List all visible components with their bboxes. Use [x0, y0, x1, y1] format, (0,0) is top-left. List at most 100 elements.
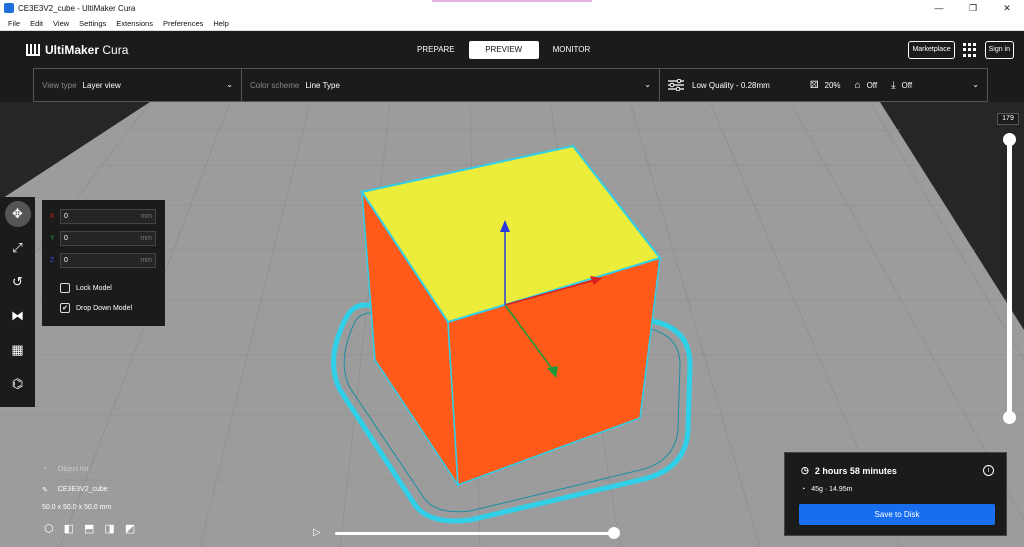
drop-down-model-label: Drop Down Model — [76, 304, 133, 312]
print-estimate-panel: ◷ 2 hours 58 minutes i ◔ 45g · 14.95m Sa… — [784, 452, 1007, 536]
lock-model-label: Lock Model — [76, 284, 112, 292]
adhesion-icon: ⤓ — [891, 79, 896, 91]
chevron-down-icon: ⌄ — [972, 80, 979, 89]
tab-preview[interactable]: PREVIEW — [468, 41, 539, 59]
app-header: UltiMaker Cura PREPARE PREVIEW MONITOR M… — [0, 31, 1024, 68]
right-view-icon[interactable]: ◩ — [125, 522, 135, 535]
support-value: Off — [866, 80, 878, 90]
save-to-disk-button[interactable]: Save to Disk — [799, 504, 995, 525]
apps-grid-icon[interactable] — [962, 43, 977, 57]
y-label: Y — [50, 235, 55, 242]
object-list: ⌃ Object list ✎ CE3E3V2_cube 50.0 x 50.0… — [42, 466, 135, 535]
simulation-slider-track[interactable] — [335, 532, 615, 535]
per-model-settings-icon: ▦ — [11, 342, 24, 357]
y-value: 0 — [64, 235, 68, 242]
scale-icon: ⤢ — [12, 240, 23, 255]
mirror-tool[interactable]: ⧓ — [0, 299, 35, 333]
sliders-icon — [668, 79, 684, 91]
z-position-input[interactable]: 0 mm — [60, 253, 156, 268]
simulation-slider-handle[interactable] — [608, 527, 620, 539]
tab-monitor[interactable]: MONITOR — [539, 41, 605, 59]
checkbox-checked-icon: ✔ — [60, 303, 70, 313]
chevron-up-icon: ⌃ — [42, 467, 48, 474]
print-settings-button[interactable]: Low Quality - 0.28mm ⚄ 20% ⌂ Off ⤓ Off ⌄ — [660, 69, 987, 101]
y-unit: mm — [140, 235, 152, 242]
object-row[interactable]: ✎ CE3E3V2_cube — [42, 486, 162, 494]
menu-settings[interactable]: Settings — [79, 19, 106, 28]
maximize-button[interactable]: ❐ — [956, 0, 990, 16]
3d-view-icon[interactable]: ⬡ — [44, 522, 54, 535]
layer-slider-lower-handle[interactable] — [1003, 411, 1016, 424]
translate-panel: X 0 mm Y 0 mm Z 0 mm Lock Model ✔ Drop D… — [42, 200, 165, 326]
camera-view-buttons: ⬡ ◧ ⬒ ◨ ◩ — [44, 522, 135, 535]
logo-brand: UltiMaker — [45, 43, 100, 57]
play-icon[interactable]: ▷ — [313, 527, 321, 538]
drop-down-model-checkbox[interactable]: ✔ Drop Down Model — [60, 303, 132, 313]
close-button[interactable]: ✕ — [990, 0, 1024, 16]
logo-product: Cura — [102, 43, 129, 57]
profile-value: Low Quality - 0.28mm — [692, 80, 770, 90]
view-type-value: Layer view — [82, 80, 121, 90]
adhesion-value: Off — [901, 80, 913, 90]
object-dimensions: 50.0 x 50.0 x 50.0 mm — [42, 504, 112, 511]
rotate-icon: ↺ — [12, 274, 23, 289]
stage-tabs: PREPARE PREVIEW MONITOR — [403, 41, 604, 59]
window-title: CE3E3V2_cube - UltiMaker Cura — [18, 3, 136, 13]
menu-extensions[interactable]: Extensions — [116, 19, 153, 28]
tab-prepare[interactable]: PREPARE — [403, 41, 469, 59]
info-icon[interactable]: i — [983, 465, 994, 476]
lock-model-checkbox[interactable]: Lock Model — [60, 283, 112, 293]
x-unit: mm — [140, 213, 152, 220]
material-icon: ◔ — [801, 486, 806, 493]
support-icon: ⌂ — [854, 79, 861, 91]
color-scheme-selector[interactable]: Color scheme Line Type ⌄ — [242, 69, 660, 101]
front-view-icon[interactable]: ◧ — [64, 522, 74, 535]
window-titlebar: CE3E3V2_cube - UltiMaker Cura — ❐ ✕ — [0, 0, 1024, 16]
menu-bar: File Edit View Settings Extensions Prefe… — [0, 16, 1024, 31]
infill-value: 20% — [824, 80, 841, 90]
chevron-down-icon: ⌄ — [226, 80, 233, 89]
menu-help[interactable]: Help — [213, 19, 228, 28]
move-icon: ✥ — [4, 201, 31, 227]
per-model-settings-tool[interactable]: ▦ — [0, 333, 35, 367]
left-view-icon[interactable]: ◨ — [104, 522, 114, 535]
checkbox-unchecked-icon — [60, 283, 70, 293]
minimize-button[interactable]: — — [922, 0, 956, 16]
move-tool[interactable]: ✥ — [0, 197, 35, 231]
layer-number-input[interactable]: 179 — [997, 113, 1019, 125]
cura-app-icon — [4, 3, 14, 13]
clock-icon: ◷ — [801, 465, 809, 475]
material-usage: 45g · 14.95m — [811, 486, 853, 493]
object-list-header[interactable]: ⌃ Object list — [42, 466, 89, 474]
sign-in-button[interactable]: Sign in — [984, 41, 1014, 59]
x-position-input[interactable]: 0 mm — [60, 209, 156, 224]
object-name: CE3E3V2_cube — [57, 486, 108, 493]
infill-icon: ⚄ — [809, 79, 819, 91]
menu-preferences[interactable]: Preferences — [163, 19, 203, 28]
x-value: 0 — [64, 213, 68, 220]
support-blocker-icon: ⌬ — [11, 376, 24, 391]
rotate-tool[interactable]: ↺ — [0, 265, 35, 299]
y-position-input[interactable]: 0 mm — [60, 231, 156, 246]
scale-tool[interactable]: ⤢ — [0, 231, 35, 265]
pencil-icon: ✎ — [42, 487, 48, 494]
tool-panel: ✥ ⤢ ↺ ⧓ ▦ ⌬ — [0, 197, 35, 407]
ultimaker-logo: UltiMaker Cura — [26, 43, 128, 57]
layer-slider-track[interactable] — [1007, 140, 1012, 422]
settings-toolbar: View type Layer view ⌄ Color scheme Line… — [0, 68, 1024, 102]
view-type-label: View type — [42, 80, 77, 90]
titlebar-highlight — [432, 0, 592, 2]
marketplace-button[interactable]: Marketplace — [908, 41, 955, 59]
menu-file[interactable]: File — [8, 19, 20, 28]
color-scheme-value: Line Type — [305, 80, 340, 90]
menu-edit[interactable]: Edit — [30, 19, 43, 28]
top-view-icon[interactable]: ⬒ — [84, 522, 94, 535]
support-blocker-tool[interactable]: ⌬ — [0, 367, 35, 401]
ultimaker-logo-icon — [26, 44, 40, 56]
z-value: 0 — [64, 257, 68, 264]
object-list-title: Object list — [57, 466, 89, 473]
menu-view[interactable]: View — [53, 19, 69, 28]
view-type-selector[interactable]: View type Layer view ⌄ — [34, 69, 242, 101]
x-label: X — [50, 213, 55, 220]
layer-slider-upper-handle[interactable] — [1003, 133, 1016, 146]
